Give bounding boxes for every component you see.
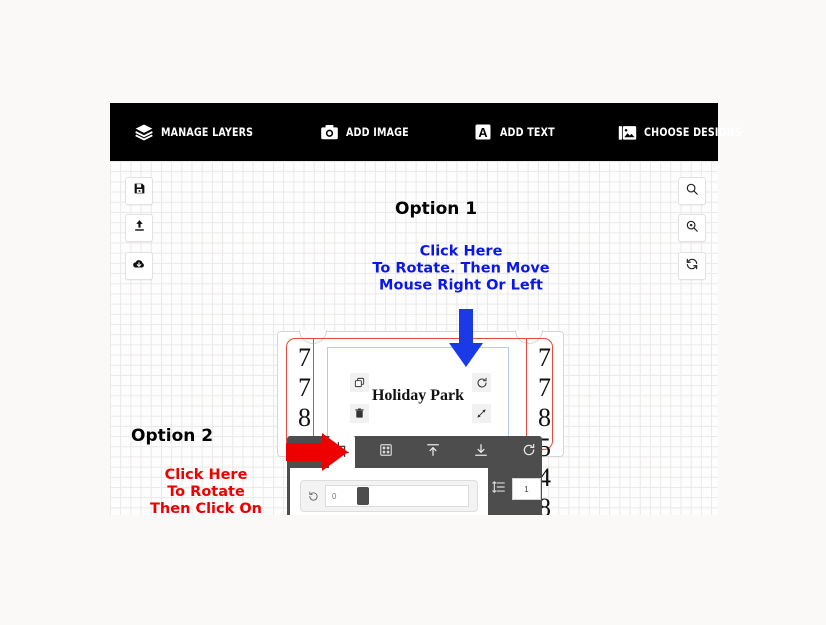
toolbar-label-manage-layers: MANAGE LAYERS (161, 125, 254, 139)
letter-a-icon: A (473, 122, 493, 142)
refresh-icon (685, 257, 699, 276)
ticket-red-divider-right (526, 338, 527, 450)
rotate-slider-container[interactable]: 0 (300, 480, 478, 512)
upload-arrow-icon (133, 219, 146, 237)
send-backward-button[interactable] (468, 437, 494, 467)
cloud-download-icon (132, 257, 146, 276)
annotation-option1-title: Option 1 (395, 199, 478, 219)
toolbar-item-add-text[interactable]: A ADD TEXT (473, 122, 560, 142)
rotate-panel: 0 (290, 468, 488, 515)
cloud-download-button[interactable] (125, 252, 153, 280)
floppy-disk-icon (133, 182, 146, 200)
zoom-in-button[interactable] (678, 177, 706, 205)
rotate-value: 0 (332, 491, 337, 501)
rotate-ccw-icon (301, 491, 325, 502)
arrow-up-bar-icon (426, 443, 440, 462)
magnifier-minus-icon (685, 219, 699, 238)
toolbar-item-manage-layers[interactable]: MANAGE LAYERS (134, 122, 261, 142)
reset-view-button[interactable] (678, 252, 706, 280)
rotate-cw-icon (522, 443, 536, 462)
svg-text:A: A (478, 125, 487, 140)
red-arrow-indicator (286, 433, 348, 471)
line-height-input[interactable]: 1 (512, 478, 541, 500)
magnifier-plus-icon (685, 182, 699, 201)
bring-forward-button[interactable] (421, 437, 447, 467)
line-spacing-icon (492, 480, 506, 499)
toolbar-label-add-text: ADD TEXT (499, 125, 555, 139)
delete-handle[interactable] (350, 404, 369, 423)
toolbar-item-add-image[interactable]: ADD IMAGE (319, 122, 414, 142)
toolbar-label-add-image: ADD IMAGE (346, 125, 410, 139)
annotation-option1-text: Click Here To Rotate. Then Move Mouse Ri… (372, 243, 550, 294)
zoom-out-button[interactable] (678, 214, 706, 242)
annotation-option2-text: Click Here To Rotate Then Click On Dark … (150, 466, 262, 515)
main-toolbar: MANAGE LAYERS ADD IMAGE A ADD TEXT CHOOS… (110, 103, 742, 161)
designs-icon (617, 122, 637, 142)
grid-layers-icon (379, 443, 393, 462)
editor-canvas[interactable]: 778548 778548 INDIAN TICKET CO. Holiday … (110, 161, 718, 515)
duplicate-handle[interactable] (350, 373, 369, 392)
save-button[interactable] (125, 177, 153, 205)
annotation-option2-title: Option 2 (131, 426, 214, 446)
layers-icon (134, 122, 154, 142)
resize-handle[interactable] (472, 404, 491, 423)
layers-tool-button[interactable] (373, 437, 399, 467)
rotate-tool-button[interactable] (516, 437, 542, 467)
toolbar-item-choose-designs[interactable]: CHOOSE DESIGNS (617, 122, 750, 142)
line-height-group: 1 (492, 478, 541, 500)
rotate-handle[interactable] (472, 373, 491, 392)
toolbar-label-choose-designs: CHOOSE DESIGNS (644, 125, 742, 139)
arrow-down-bar-icon (474, 443, 488, 462)
blue-arrow-indicator (449, 309, 483, 367)
upload-button[interactable] (125, 214, 153, 242)
image-editor-app: MANAGE LAYERS ADD IMAGE A ADD TEXT CHOOS… (110, 103, 742, 515)
rotate-slider[interactable]: 0 (325, 485, 469, 507)
camera-icon (319, 122, 339, 142)
rotate-slider-knob[interactable] (357, 487, 370, 505)
